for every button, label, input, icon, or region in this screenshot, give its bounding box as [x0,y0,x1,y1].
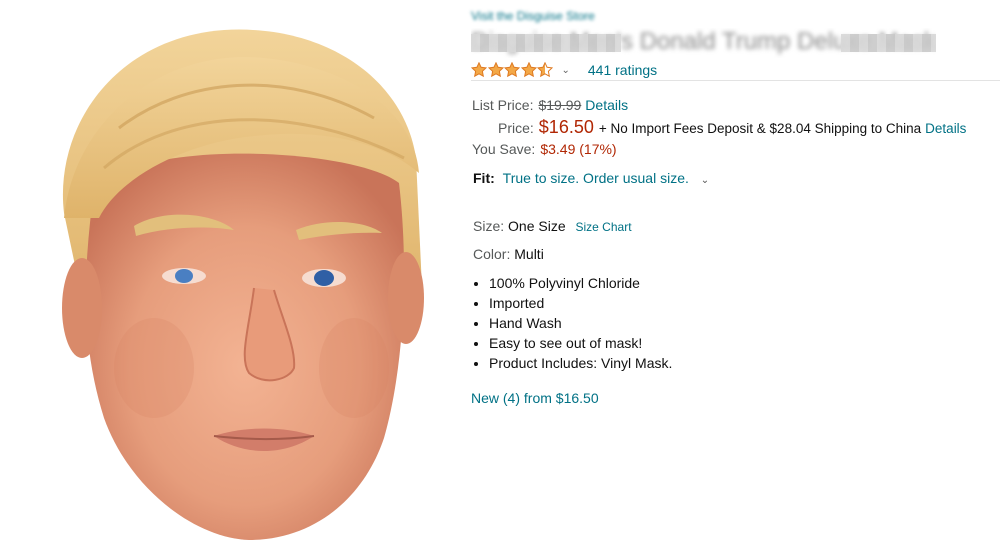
fit-label: Fit: [473,170,495,186]
fit-value-link[interactable]: True to size. Order usual size. [503,170,689,186]
price-row: Price: $16.50 + No Import Fees Deposit &… [498,117,966,138]
new-offers-link[interactable]: New (4) from $16.50 [471,390,599,406]
price-label: Price: [498,120,534,136]
color-row: Color: Multi [473,246,544,262]
ratings-count-link[interactable]: 441 ratings [588,62,657,78]
divider [471,80,1000,81]
color-value: Multi [514,246,544,262]
store-link[interactable]: Visit the Disguise Store [471,9,595,23]
feature-bullet: Imported [489,293,672,313]
chevron-down-icon[interactable]: ⌄ [701,175,709,186]
title-redaction-mosaic [841,34,936,52]
star-icon [520,62,537,78]
product-info-panel: Visit the Disguise Store Disguise Men's … [471,0,1000,557]
size-value: One Size [508,218,566,234]
list-price-row: List Price: $19.99 Details [472,97,628,113]
fit-row: Fit: True to size. Order usual size. ⌄ [473,170,709,186]
list-price-details-link[interactable]: Details [585,97,628,113]
feature-bullets: 100% Polyvinyl Chloride Imported Hand Wa… [471,273,672,373]
star-icon [537,62,553,78]
star-rating[interactable] [471,62,554,78]
color-label: Color: [473,246,511,262]
product-title: Disguise Men's Donald Trump Deluxe Mask [471,28,936,58]
feature-bullet: Easy to see out of mask! [489,333,672,353]
size-label: Size: [473,218,505,234]
you-save-label: You Save: [472,141,536,157]
shipping-details-link[interactable]: Details [925,121,966,136]
you-save-row: You Save: $3.49 (17%) [472,141,617,157]
feature-bullet: Hand Wash [489,313,672,333]
price-value: $16.50 [538,117,594,137]
feature-bullet: Product Includes: Vinyl Mask. [489,353,672,373]
you-save-value: $3.49 (17%) [540,141,617,157]
list-price-label: List Price: [472,97,534,113]
shipping-text: + No Import Fees Deposit & $28.04 Shippi… [598,121,922,136]
chevron-down-icon[interactable]: ⌄ [562,65,570,76]
star-icon [487,62,504,78]
star-icon [471,62,487,78]
feature-bullet: 100% Polyvinyl Chloride [489,273,672,293]
size-chart-link[interactable]: Size Chart [576,220,632,234]
product-image[interactable] [24,8,444,553]
star-icon [504,62,520,78]
size-row: Size: One Size Size Chart [473,218,632,234]
rating-row: ⌄ 441 ratings [471,60,657,80]
title-redaction-mosaic [471,34,621,52]
list-price: $19.99 [538,97,582,113]
